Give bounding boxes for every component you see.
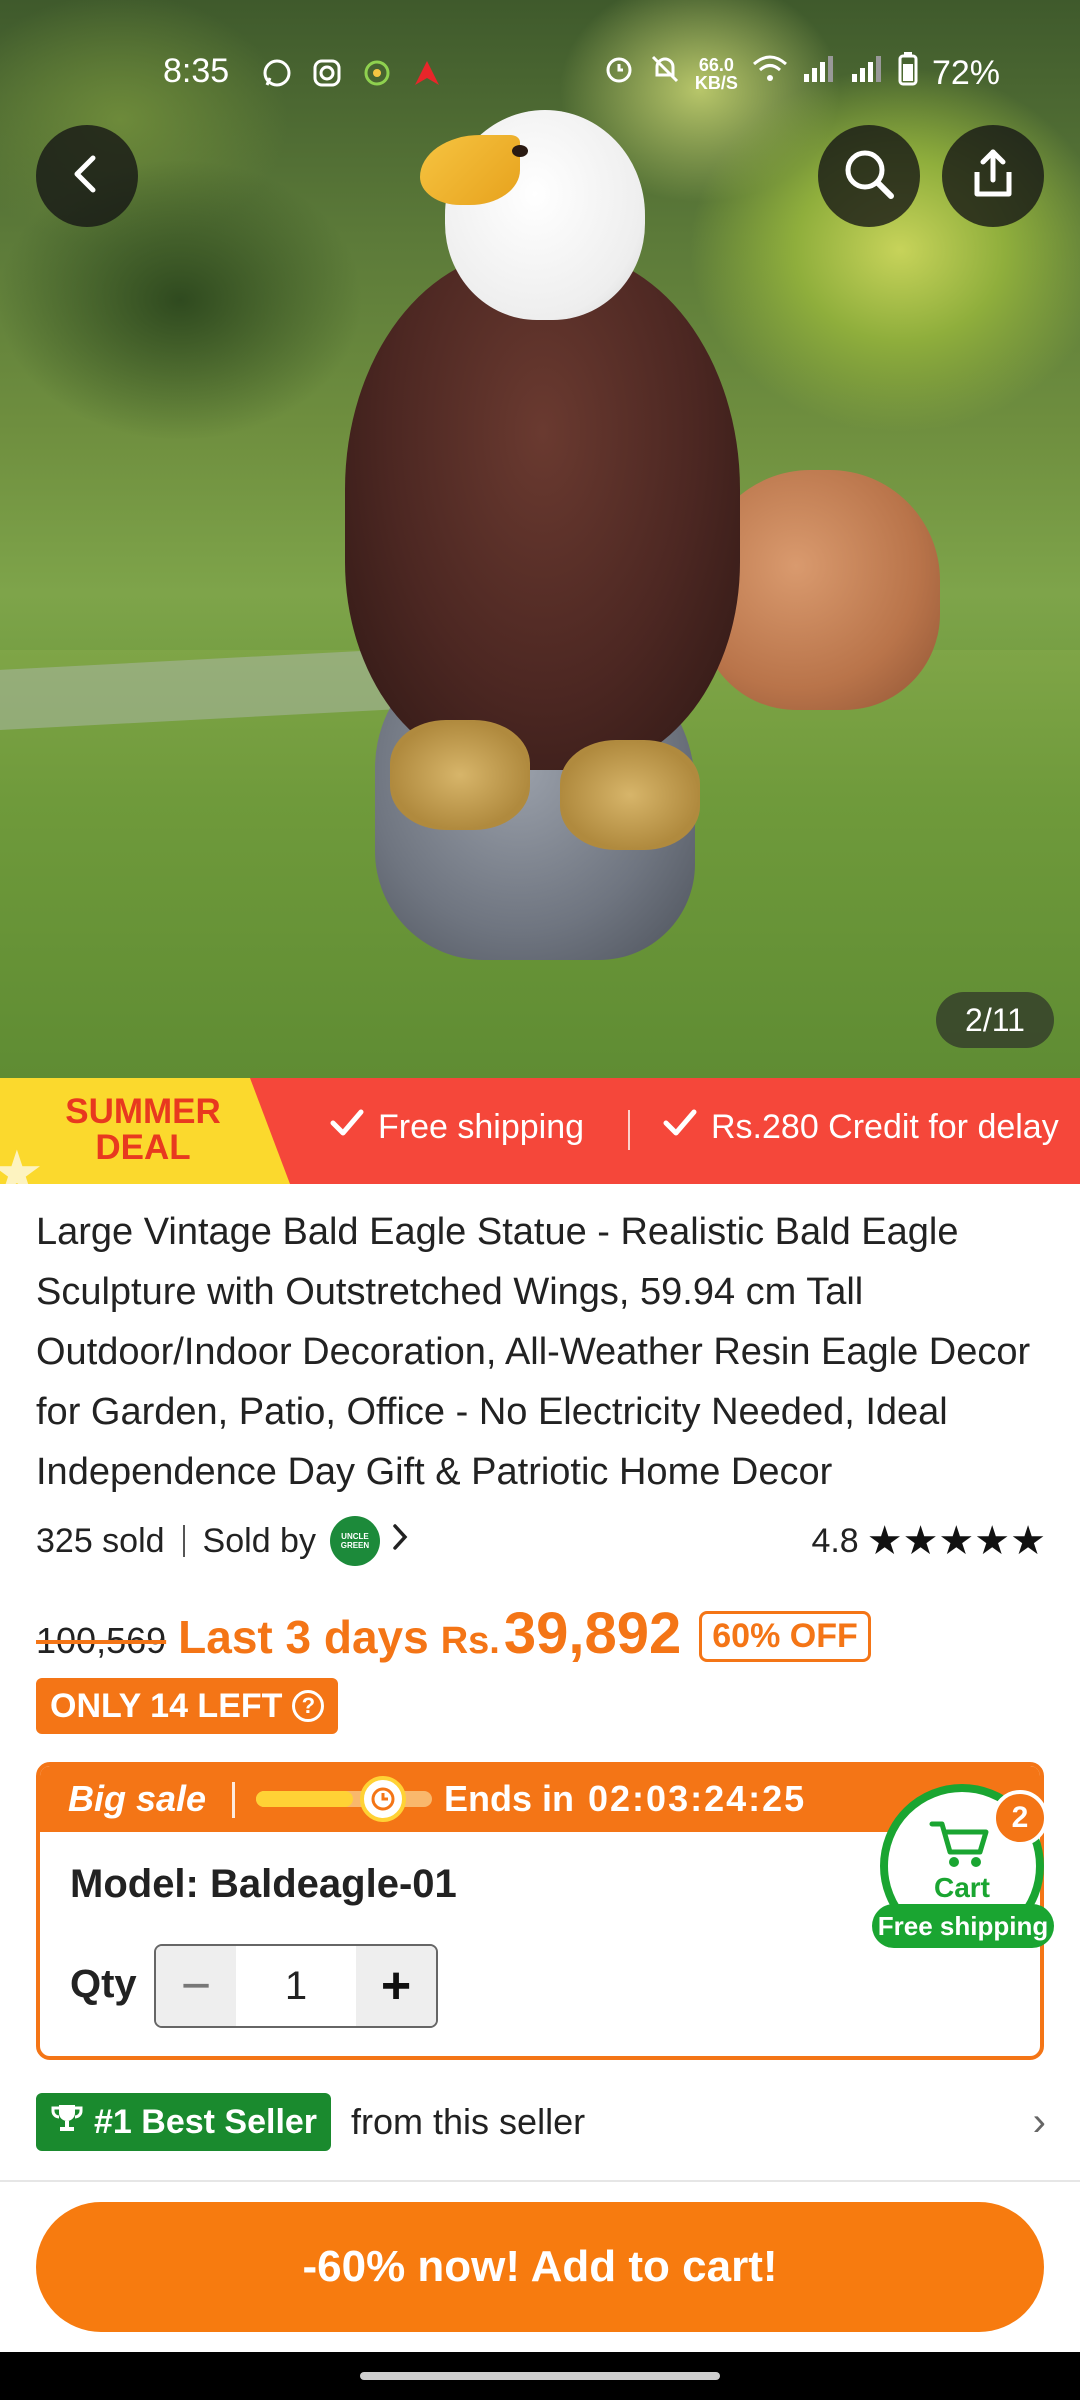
cart-count-badge: 2 — [992, 1790, 1048, 1846]
promo-credit-text: Rs.280 Credit for delay — [711, 1108, 1059, 1146]
check-icon — [663, 1108, 697, 1147]
speed-value: 66.0 — [698, 54, 734, 75]
signal-icon-1 — [802, 54, 836, 93]
summer-deal-label: SUMMER DEAL — [48, 1094, 238, 1166]
system-nav-bar — [0, 2352, 1080, 2400]
promo-free-shipping: Free shipping — [330, 1108, 584, 1147]
quantity-stepper: − 1 + — [154, 1944, 438, 2028]
product-title: Large Vintage Bald Eagle Statue - Realis… — [36, 1211, 1031, 1493]
status-bar: 8:35 66.0 KB/S 72% — [0, 44, 1080, 100]
countdown-timer: 02:03:24:25 — [588, 1778, 807, 1819]
original-price: 100,569 — [36, 1620, 167, 1661]
deal-line-1: SUMMER — [65, 1092, 221, 1131]
seller-logo: UNCLE GREEN — [329, 1516, 380, 1566]
seller-logo-text: UNCLE GREEN — [340, 1532, 370, 1550]
instagram-icon — [310, 56, 344, 90]
best-seller-from: from this seller — [351, 2101, 586, 2142]
chevron-left-icon — [65, 152, 109, 201]
share-button[interactable] — [942, 125, 1044, 227]
app-ring-icon — [360, 56, 394, 90]
back-button[interactable] — [36, 125, 138, 227]
share-icon — [965, 146, 1021, 207]
help-icon: ? — [292, 1690, 325, 1722]
status-time: 8:35 — [163, 52, 230, 90]
sale-progress-fill — [256, 1791, 353, 1807]
seller-link[interactable]: Sold by UNCLE GREEN — [203, 1516, 410, 1566]
meta-divider — [182, 1525, 185, 1557]
chevron-right-icon: › — [1032, 2099, 1046, 2144]
price-row: 100,569 Last 3 days Rs. 39,892 60% OFF — [36, 1600, 871, 1670]
cart-free-shipping-tag: Free shipping — [872, 1904, 1054, 1948]
best-seller-badge: #1 Best Seller — [36, 2093, 332, 2151]
best-seller-row[interactable]: #1 Best Seller from this seller › — [36, 2092, 1046, 2152]
wifi-icon — [752, 54, 788, 93]
rating-value: 4.8 — [811, 1521, 859, 1560]
promo-credit-delay: Rs.280 Credit for delay — [663, 1108, 1059, 1147]
section-divider — [0, 2180, 1080, 2182]
image-counter: 2/11 — [936, 992, 1054, 1048]
sale-separator — [232, 1782, 235, 1818]
battery-icon — [898, 52, 918, 95]
product-meta-row: 325 sold Sold by UNCLE GREEN 4.8 ★★★★★ — [36, 1516, 1046, 1566]
cart-label: Cart — [933, 1872, 990, 1903]
minus-icon: − — [180, 1957, 212, 2015]
check-icon — [330, 1108, 364, 1147]
eagle-talon-right — [560, 740, 700, 850]
product-image[interactable]: 8:35 66.0 KB/S 72% 2/11 — [0, 0, 1080, 1078]
red-arrow-app-icon — [410, 56, 444, 90]
trophy-icon — [50, 2101, 84, 2144]
add-to-cart-button[interactable]: -60% now! Add to cart! — [36, 2202, 1044, 2332]
sold-by-label: Sold by — [202, 1521, 316, 1560]
star-decoration-icon: ★ — [0, 1139, 44, 1184]
plus-icon: + — [380, 1957, 412, 2015]
stock-badge-text: ONLY 14 LEFT — [50, 1686, 283, 1725]
network-speed: 66.0 KB/S — [695, 56, 738, 92]
big-sale-label: Big sale — [68, 1778, 207, 1819]
sold-count: 325 sold — [36, 1521, 165, 1560]
eagle-talon-left — [390, 720, 530, 830]
product-rating[interactable]: 4.8 ★★★★★ — [811, 1518, 1046, 1564]
qty-increase-button[interactable]: + — [356, 1946, 436, 2026]
discount-badge: 60% OFF — [699, 1611, 871, 1662]
cart-icon — [928, 1818, 994, 1875]
whatsapp-icon — [260, 56, 294, 90]
mute-icon — [649, 53, 681, 94]
promo-free-shipping-text: Free shipping — [378, 1108, 585, 1146]
status-right-icons: 66.0 KB/S 72% — [603, 52, 1000, 95]
promo-banner[interactable]: ★ SUMMER DEAL Free shipping Rs.280 Credi… — [0, 1078, 1080, 1184]
ends-in-label: Ends in — [444, 1778, 575, 1819]
eagle-eye — [512, 145, 528, 157]
stock-badge[interactable]: ONLY 14 LEFT ? — [36, 1678, 339, 1734]
chevron-right-icon — [390, 1522, 410, 1561]
price-currency: Rs. — [440, 1620, 500, 1662]
home-gesture-handle[interactable] — [360, 2372, 720, 2380]
notification-icons — [260, 56, 444, 90]
search-icon — [839, 144, 899, 209]
eagle-body — [345, 250, 740, 770]
search-button[interactable] — [818, 125, 920, 227]
countdown: Ends in 02:03:24:25 — [444, 1778, 806, 1820]
qty-label: Qty — [70, 1962, 137, 2006]
alarm-icon — [603, 53, 635, 94]
signal-icon-2 — [850, 54, 884, 93]
model-selector[interactable]: Model: Baldeagle-01 — [70, 1862, 457, 1907]
clock-icon — [360, 1776, 406, 1822]
qty-value[interactable]: 1 — [236, 1946, 356, 2026]
price-promo-text: Last 3 days — [178, 1611, 429, 1663]
deal-line-2: DEAL — [95, 1128, 191, 1167]
rating-stars: ★★★★★ — [866, 1519, 1046, 1563]
speed-unit: KB/S — [694, 72, 738, 93]
promo-separator — [628, 1110, 630, 1150]
best-seller-text: #1 Best Seller — [94, 2102, 318, 2141]
battery-level: 72% — [931, 54, 1000, 92]
current-price: 39,892 — [503, 1601, 682, 1666]
qty-decrease-button[interactable]: − — [156, 1946, 236, 2026]
